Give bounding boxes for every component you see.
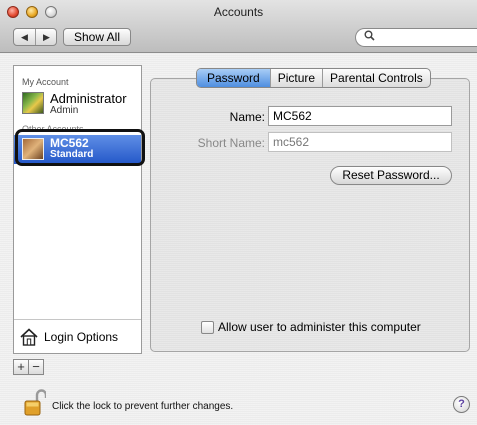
tab-parental-controls[interactable]: Parental Controls <box>322 69 430 87</box>
tab-bar: Password Picture Parental Controls <box>196 68 431 88</box>
accounts-window: Accounts ◀ ▶ Show All My Account Adminis… <box>0 0 477 425</box>
title-toolbar: Accounts ◀ ▶ Show All <box>0 0 477 53</box>
tab-password[interactable]: Password <box>197 69 270 87</box>
login-options-label: Login Options <box>44 330 119 344</box>
short-name-field: mc562 <box>268 132 452 152</box>
tab-picture[interactable]: Picture <box>269 69 322 87</box>
accounts-list: My Account Administrator Admin Other Acc… <box>13 65 142 354</box>
selection-highlight-outline <box>15 129 145 166</box>
short-name-label: Short Name: <box>197 136 265 150</box>
window-title: Accounts <box>213 5 264 19</box>
lock-status-text: Click the lock to prevent further change… <box>52 401 234 412</box>
back-arrow-icon[interactable]: ◀ <box>14 29 36 45</box>
back-forward-control: ◀ ▶ <box>13 28 57 46</box>
account-role: Admin <box>50 105 79 116</box>
account-item-administrator[interactable]: Administrator Admin <box>14 88 141 122</box>
name-label: Name: <box>229 110 265 124</box>
remove-account-button[interactable]: − <box>28 359 44 375</box>
add-account-button[interactable]: + <box>13 359 29 375</box>
search-icon <box>364 30 375 44</box>
login-options-item[interactable]: Login Options <box>14 319 141 353</box>
lock-icon[interactable] <box>24 389 46 417</box>
allow-admin-checkbox[interactable] <box>201 321 214 334</box>
account-name: Administrator <box>50 91 127 106</box>
house-icon <box>20 328 38 346</box>
avatar <box>22 92 44 114</box>
help-button[interactable]: ? <box>453 396 470 413</box>
forward-arrow-icon[interactable]: ▶ <box>36 29 57 45</box>
search-field[interactable] <box>355 28 477 47</box>
name-field[interactable]: MC562 <box>268 106 452 126</box>
allow-admin-label: Allow user to administer this computer <box>218 320 421 334</box>
my-account-header: My Account <box>22 77 69 87</box>
reset-password-button[interactable]: Reset Password... <box>330 166 452 185</box>
show-all-button[interactable]: Show All <box>63 28 131 46</box>
